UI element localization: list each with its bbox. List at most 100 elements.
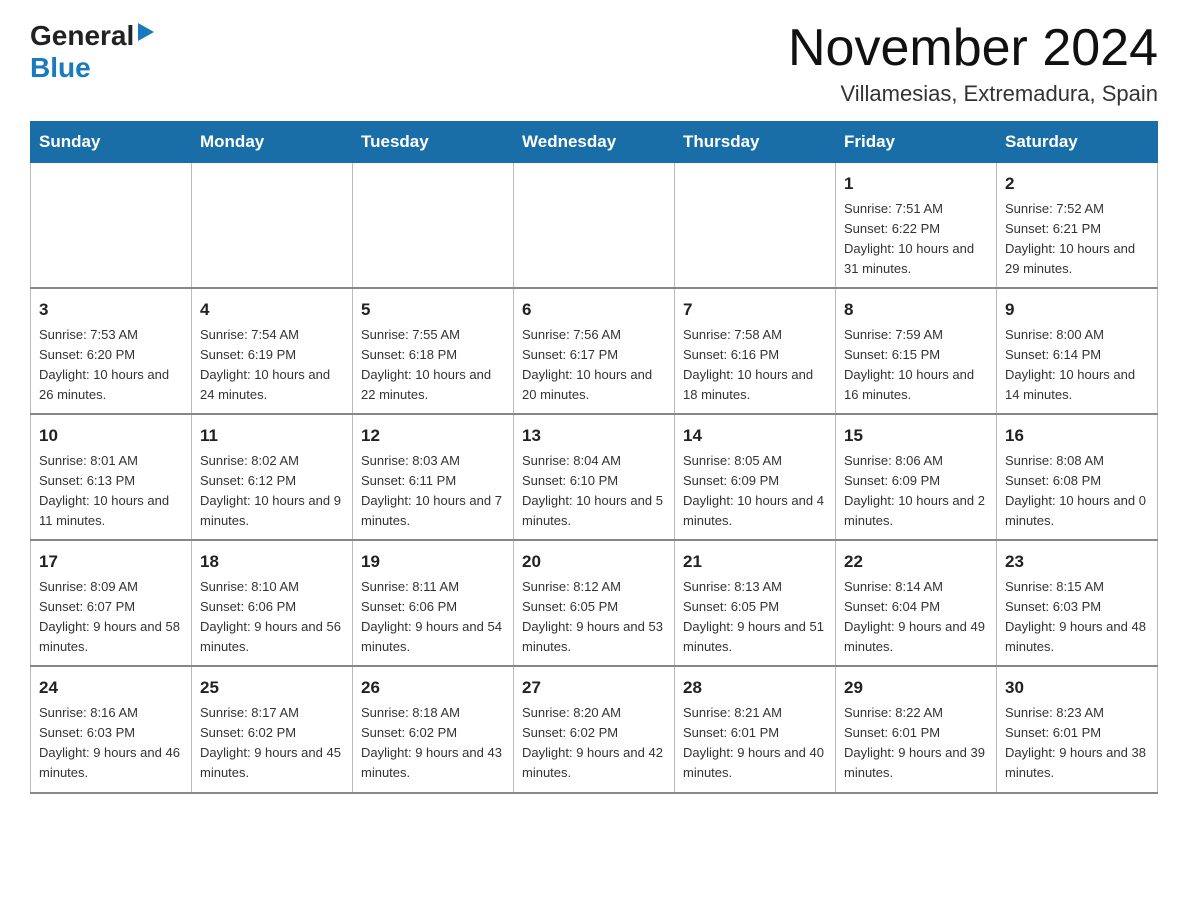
calendar-cell: 1Sunrise: 7:51 AMSunset: 6:22 PMDaylight… bbox=[836, 163, 997, 289]
calendar-cell: 30Sunrise: 8:23 AMSunset: 6:01 PMDayligh… bbox=[997, 666, 1158, 792]
day-info: Sunrise: 8:17 AMSunset: 6:02 PMDaylight:… bbox=[200, 703, 344, 784]
day-info: Sunrise: 8:09 AMSunset: 6:07 PMDaylight:… bbox=[39, 577, 183, 658]
calendar-cell: 15Sunrise: 8:06 AMSunset: 6:09 PMDayligh… bbox=[836, 414, 997, 540]
day-number: 30 bbox=[1005, 675, 1149, 701]
calendar-cell: 5Sunrise: 7:55 AMSunset: 6:18 PMDaylight… bbox=[353, 288, 514, 414]
calendar-cell: 27Sunrise: 8:20 AMSunset: 6:02 PMDayligh… bbox=[514, 666, 675, 792]
day-info: Sunrise: 8:23 AMSunset: 6:01 PMDaylight:… bbox=[1005, 703, 1149, 784]
day-number: 27 bbox=[522, 675, 666, 701]
day-number: 5 bbox=[361, 297, 505, 323]
day-number: 14 bbox=[683, 423, 827, 449]
calendar-cell: 19Sunrise: 8:11 AMSunset: 6:06 PMDayligh… bbox=[353, 540, 514, 666]
day-info: Sunrise: 8:00 AMSunset: 6:14 PMDaylight:… bbox=[1005, 325, 1149, 406]
calendar-cell: 3Sunrise: 7:53 AMSunset: 6:20 PMDaylight… bbox=[31, 288, 192, 414]
day-number: 8 bbox=[844, 297, 988, 323]
calendar-cell: 13Sunrise: 8:04 AMSunset: 6:10 PMDayligh… bbox=[514, 414, 675, 540]
day-number: 11 bbox=[200, 423, 344, 449]
title-area: November 2024 Villamesias, Extremadura, … bbox=[788, 20, 1158, 107]
day-info: Sunrise: 7:51 AMSunset: 6:22 PMDaylight:… bbox=[844, 199, 988, 280]
day-number: 22 bbox=[844, 549, 988, 575]
day-number: 3 bbox=[39, 297, 183, 323]
day-number: 26 bbox=[361, 675, 505, 701]
day-number: 10 bbox=[39, 423, 183, 449]
calendar-cell: 11Sunrise: 8:02 AMSunset: 6:12 PMDayligh… bbox=[192, 414, 353, 540]
calendar-cell: 16Sunrise: 8:08 AMSunset: 6:08 PMDayligh… bbox=[997, 414, 1158, 540]
col-header-saturday: Saturday bbox=[997, 122, 1158, 163]
day-number: 1 bbox=[844, 171, 988, 197]
day-info: Sunrise: 8:18 AMSunset: 6:02 PMDaylight:… bbox=[361, 703, 505, 784]
day-number: 18 bbox=[200, 549, 344, 575]
day-info: Sunrise: 8:02 AMSunset: 6:12 PMDaylight:… bbox=[200, 451, 344, 532]
calendar-cell: 14Sunrise: 8:05 AMSunset: 6:09 PMDayligh… bbox=[675, 414, 836, 540]
day-info: Sunrise: 7:58 AMSunset: 6:16 PMDaylight:… bbox=[683, 325, 827, 406]
calendar-cell: 29Sunrise: 8:22 AMSunset: 6:01 PMDayligh… bbox=[836, 666, 997, 792]
calendar-cell bbox=[353, 163, 514, 289]
day-number: 6 bbox=[522, 297, 666, 323]
calendar-cell bbox=[675, 163, 836, 289]
calendar-week-row: 1Sunrise: 7:51 AMSunset: 6:22 PMDaylight… bbox=[31, 163, 1158, 289]
day-info: Sunrise: 8:12 AMSunset: 6:05 PMDaylight:… bbox=[522, 577, 666, 658]
logo-general-text: General bbox=[30, 20, 134, 52]
day-number: 15 bbox=[844, 423, 988, 449]
day-info: Sunrise: 8:01 AMSunset: 6:13 PMDaylight:… bbox=[39, 451, 183, 532]
day-number: 17 bbox=[39, 549, 183, 575]
day-info: Sunrise: 8:06 AMSunset: 6:09 PMDaylight:… bbox=[844, 451, 988, 532]
day-number: 19 bbox=[361, 549, 505, 575]
calendar-cell: 25Sunrise: 8:17 AMSunset: 6:02 PMDayligh… bbox=[192, 666, 353, 792]
day-info: Sunrise: 8:10 AMSunset: 6:06 PMDaylight:… bbox=[200, 577, 344, 658]
col-header-friday: Friday bbox=[836, 122, 997, 163]
day-info: Sunrise: 7:52 AMSunset: 6:21 PMDaylight:… bbox=[1005, 199, 1149, 280]
calendar-cell: 17Sunrise: 8:09 AMSunset: 6:07 PMDayligh… bbox=[31, 540, 192, 666]
calendar-cell bbox=[31, 163, 192, 289]
day-number: 25 bbox=[200, 675, 344, 701]
calendar-week-row: 24Sunrise: 8:16 AMSunset: 6:03 PMDayligh… bbox=[31, 666, 1158, 792]
day-number: 21 bbox=[683, 549, 827, 575]
day-number: 9 bbox=[1005, 297, 1149, 323]
col-header-thursday: Thursday bbox=[675, 122, 836, 163]
calendar-cell: 6Sunrise: 7:56 AMSunset: 6:17 PMDaylight… bbox=[514, 288, 675, 414]
day-info: Sunrise: 7:53 AMSunset: 6:20 PMDaylight:… bbox=[39, 325, 183, 406]
day-info: Sunrise: 8:22 AMSunset: 6:01 PMDaylight:… bbox=[844, 703, 988, 784]
page-header: General Blue November 2024 Villamesias, … bbox=[30, 20, 1158, 107]
calendar-header-row: SundayMondayTuesdayWednesdayThursdayFrid… bbox=[31, 122, 1158, 163]
day-info: Sunrise: 8:03 AMSunset: 6:11 PMDaylight:… bbox=[361, 451, 505, 532]
calendar-cell: 23Sunrise: 8:15 AMSunset: 6:03 PMDayligh… bbox=[997, 540, 1158, 666]
calendar-cell: 18Sunrise: 8:10 AMSunset: 6:06 PMDayligh… bbox=[192, 540, 353, 666]
calendar-cell: 24Sunrise: 8:16 AMSunset: 6:03 PMDayligh… bbox=[31, 666, 192, 792]
day-number: 23 bbox=[1005, 549, 1149, 575]
day-info: Sunrise: 8:16 AMSunset: 6:03 PMDaylight:… bbox=[39, 703, 183, 784]
day-number: 4 bbox=[200, 297, 344, 323]
day-info: Sunrise: 8:05 AMSunset: 6:09 PMDaylight:… bbox=[683, 451, 827, 532]
logo-blue-text: Blue bbox=[30, 52, 91, 83]
col-header-tuesday: Tuesday bbox=[353, 122, 514, 163]
col-header-wednesday: Wednesday bbox=[514, 122, 675, 163]
day-number: 13 bbox=[522, 423, 666, 449]
calendar-week-row: 17Sunrise: 8:09 AMSunset: 6:07 PMDayligh… bbox=[31, 540, 1158, 666]
calendar-week-row: 3Sunrise: 7:53 AMSunset: 6:20 PMDaylight… bbox=[31, 288, 1158, 414]
day-info: Sunrise: 8:13 AMSunset: 6:05 PMDaylight:… bbox=[683, 577, 827, 658]
day-info: Sunrise: 7:56 AMSunset: 6:17 PMDaylight:… bbox=[522, 325, 666, 406]
day-number: 29 bbox=[844, 675, 988, 701]
day-info: Sunrise: 7:55 AMSunset: 6:18 PMDaylight:… bbox=[361, 325, 505, 406]
day-info: Sunrise: 8:21 AMSunset: 6:01 PMDaylight:… bbox=[683, 703, 827, 784]
calendar-table: SundayMondayTuesdayWednesdayThursdayFrid… bbox=[30, 121, 1158, 793]
day-number: 12 bbox=[361, 423, 505, 449]
calendar-cell: 10Sunrise: 8:01 AMSunset: 6:13 PMDayligh… bbox=[31, 414, 192, 540]
day-number: 20 bbox=[522, 549, 666, 575]
calendar-cell: 22Sunrise: 8:14 AMSunset: 6:04 PMDayligh… bbox=[836, 540, 997, 666]
calendar-cell: 12Sunrise: 8:03 AMSunset: 6:11 PMDayligh… bbox=[353, 414, 514, 540]
calendar-cell bbox=[192, 163, 353, 289]
logo-flag-icon bbox=[138, 23, 154, 41]
calendar-cell: 21Sunrise: 8:13 AMSunset: 6:05 PMDayligh… bbox=[675, 540, 836, 666]
day-info: Sunrise: 8:11 AMSunset: 6:06 PMDaylight:… bbox=[361, 577, 505, 658]
calendar-cell: 7Sunrise: 7:58 AMSunset: 6:16 PMDaylight… bbox=[675, 288, 836, 414]
calendar-week-row: 10Sunrise: 8:01 AMSunset: 6:13 PMDayligh… bbox=[31, 414, 1158, 540]
calendar-cell: 2Sunrise: 7:52 AMSunset: 6:21 PMDaylight… bbox=[997, 163, 1158, 289]
day-number: 24 bbox=[39, 675, 183, 701]
calendar-cell: 20Sunrise: 8:12 AMSunset: 6:05 PMDayligh… bbox=[514, 540, 675, 666]
calendar-cell: 28Sunrise: 8:21 AMSunset: 6:01 PMDayligh… bbox=[675, 666, 836, 792]
day-info: Sunrise: 8:20 AMSunset: 6:02 PMDaylight:… bbox=[522, 703, 666, 784]
day-number: 2 bbox=[1005, 171, 1149, 197]
day-number: 16 bbox=[1005, 423, 1149, 449]
day-info: Sunrise: 8:14 AMSunset: 6:04 PMDaylight:… bbox=[844, 577, 988, 658]
